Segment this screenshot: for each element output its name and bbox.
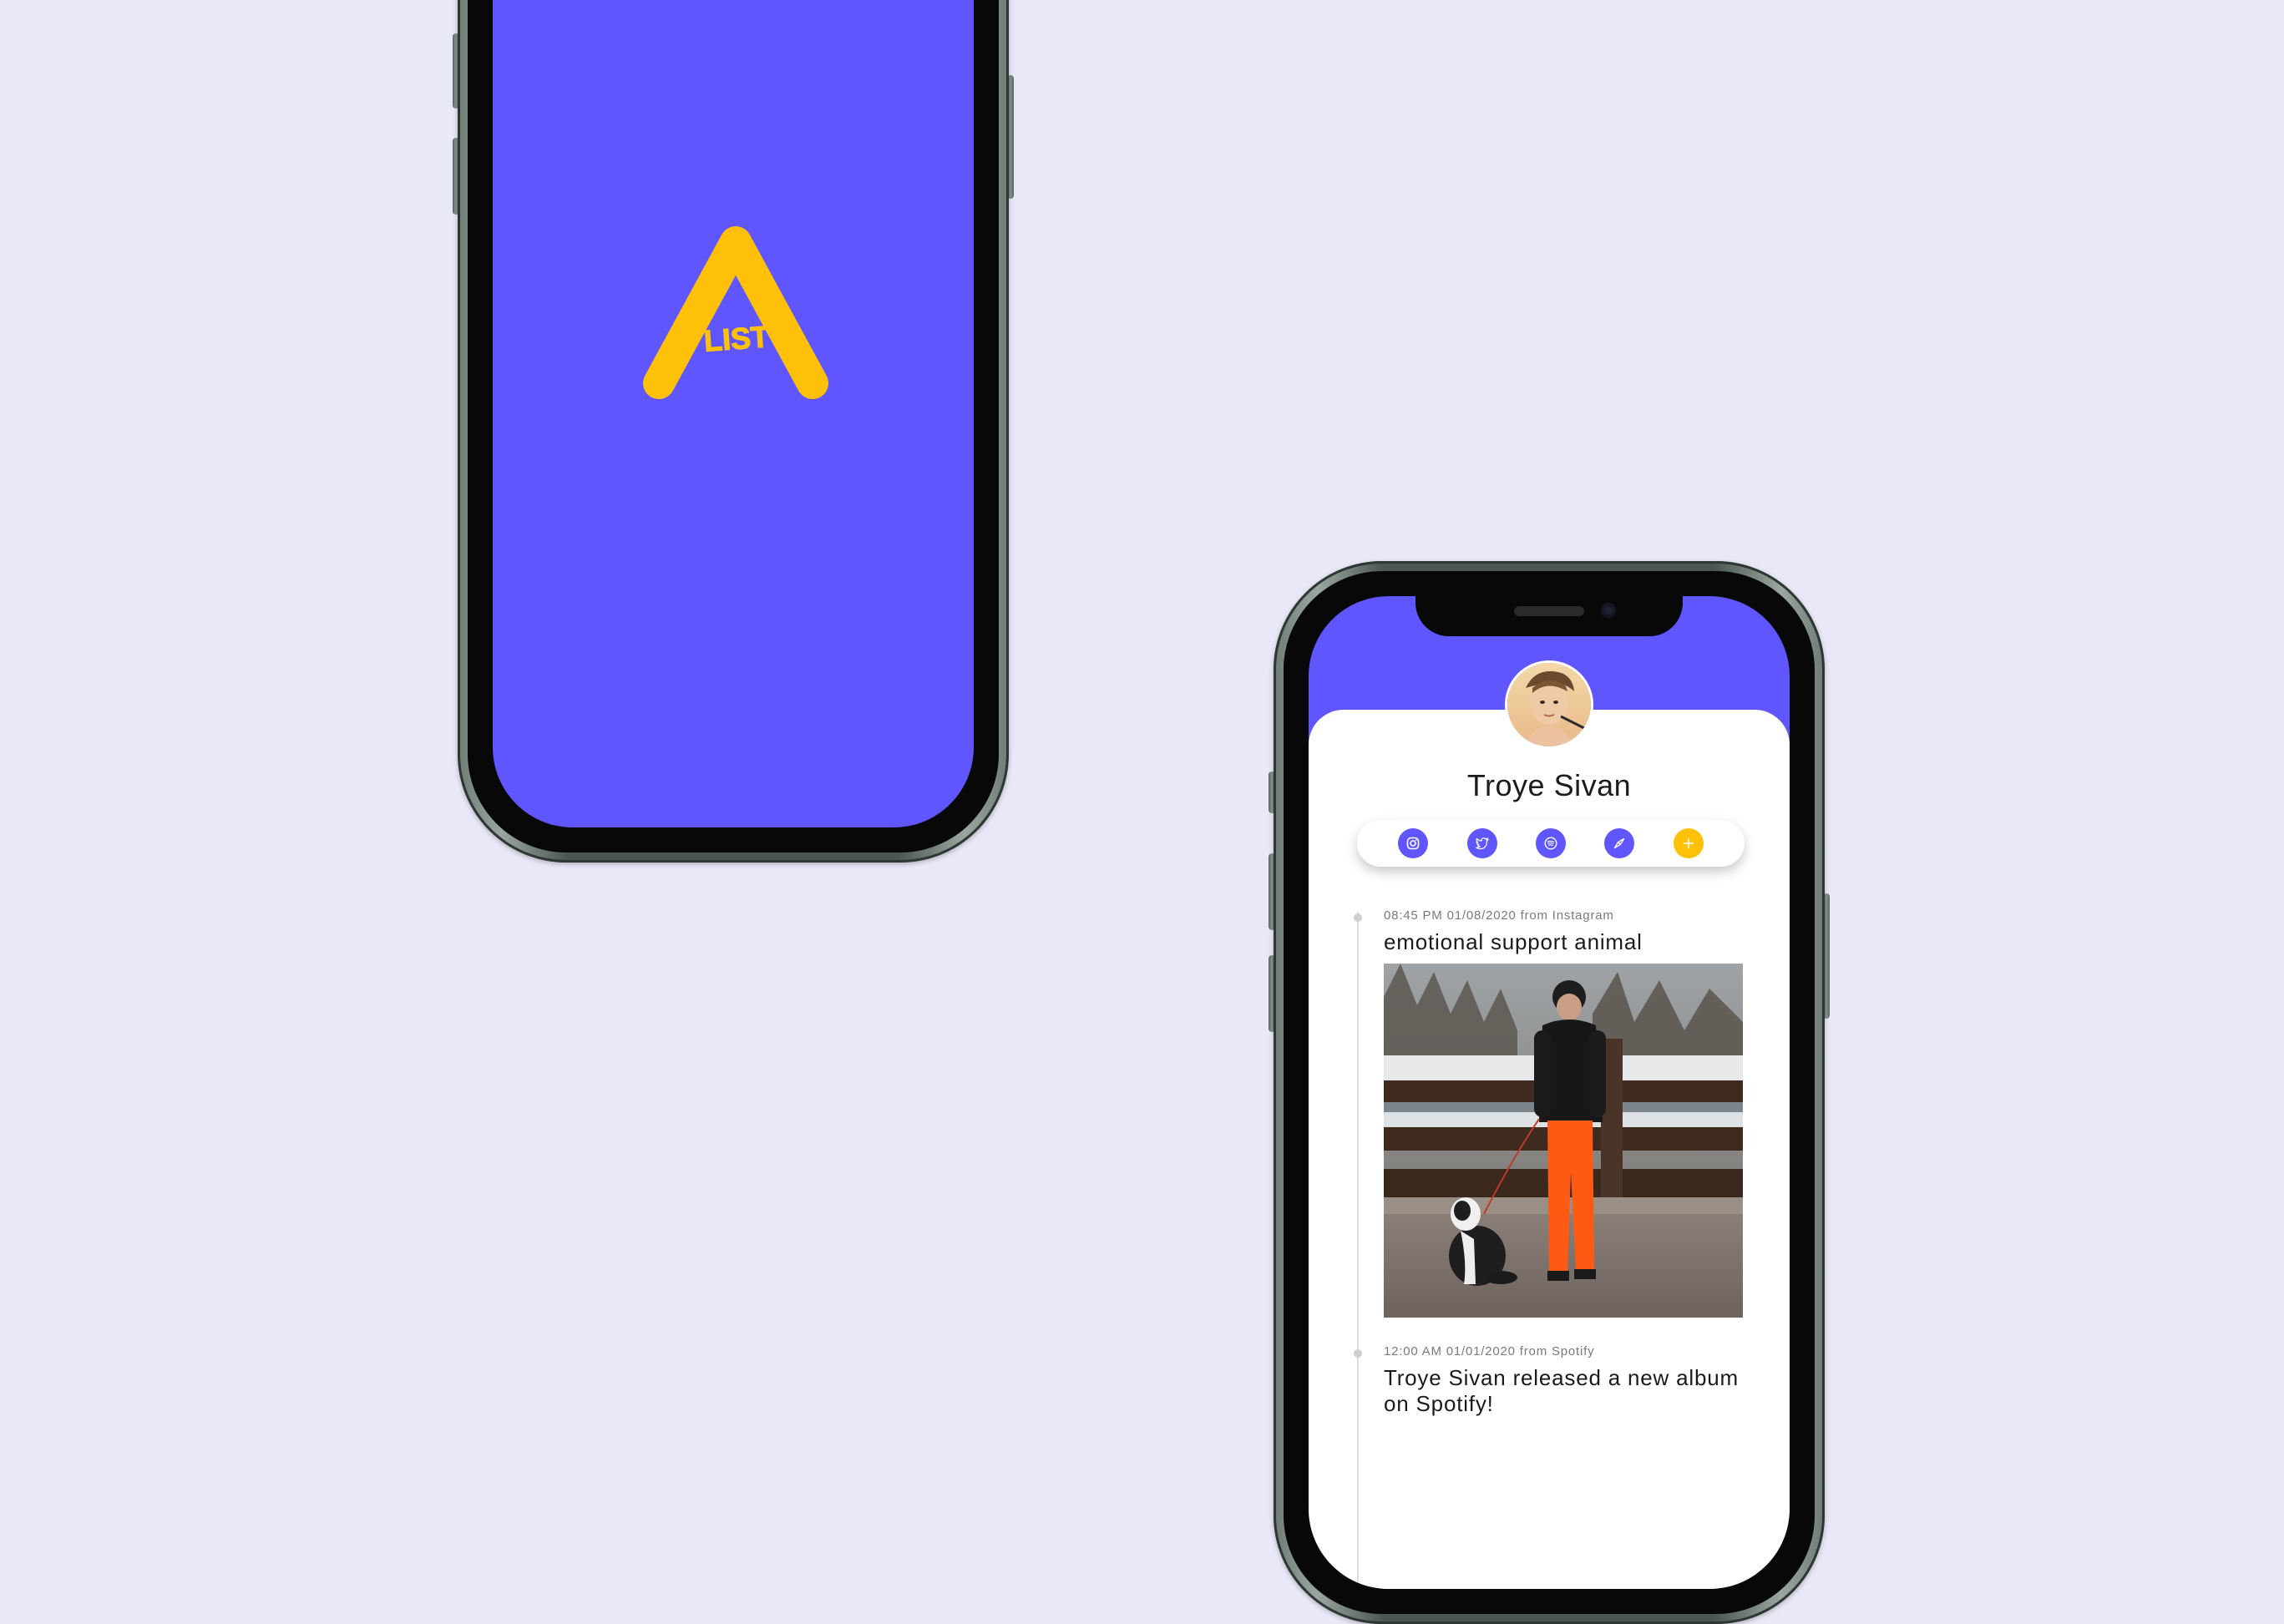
add-icon bbox=[1683, 837, 1694, 849]
speaker-grille bbox=[1514, 606, 1584, 616]
timeline-line bbox=[1357, 912, 1359, 1589]
add-button[interactable] bbox=[1673, 828, 1704, 858]
feed-post[interactable]: 08:45 PM 01/08/2020 from Instagram emoti… bbox=[1354, 908, 1743, 1318]
phone-splash: LIST bbox=[453, 0, 1014, 863]
post-meta: 08:45 PM 01/08/2020 from Instagram bbox=[1384, 908, 1614, 923]
post-photo[interactable] bbox=[1384, 964, 1743, 1318]
phone-profile: Troye Sivan 08:45 PM 01/08/2020 from Ins… bbox=[1269, 561, 1830, 1624]
post-meta: 12:00 AM 01/01/2020 from Spotify bbox=[1384, 1344, 1595, 1358]
post-text: Troye Sivan released a new album on Spot… bbox=[1384, 1365, 1739, 1416]
instagram-button[interactable] bbox=[1398, 828, 1429, 858]
post-text: emotional support animal bbox=[1384, 929, 1643, 954]
twitter-button[interactable] bbox=[1466, 828, 1497, 858]
feed-timeline: 08:45 PM 01/08/2020 from Instagram emoti… bbox=[1309, 900, 1790, 1589]
instagram-icon bbox=[1406, 837, 1420, 850]
notch bbox=[1415, 596, 1683, 636]
social-bar bbox=[1357, 820, 1745, 867]
front-camera bbox=[1601, 603, 1616, 618]
logo-text: LIST bbox=[703, 319, 771, 357]
splash-screen: LIST bbox=[493, 0, 974, 827]
feed-post[interactable]: 12:00 AM 01/01/2020 from Spotify Troye S… bbox=[1354, 1344, 1741, 1417]
spotify-icon bbox=[1544, 837, 1557, 850]
spotify-button[interactable] bbox=[1535, 828, 1566, 858]
explore-button[interactable] bbox=[1604, 828, 1635, 858]
profile-screen: Troye Sivan 08:45 PM 01/08/2020 from Ins… bbox=[1309, 596, 1790, 1589]
avatar[interactable] bbox=[1507, 663, 1591, 746]
compass-icon bbox=[1614, 837, 1625, 849]
timeline-dot bbox=[1354, 913, 1362, 922]
twitter-icon bbox=[1475, 837, 1489, 850]
alist-logo: LIST bbox=[643, 226, 828, 399]
profile-name: Troye Sivan bbox=[1466, 768, 1632, 802]
timeline-dot bbox=[1354, 1349, 1362, 1358]
